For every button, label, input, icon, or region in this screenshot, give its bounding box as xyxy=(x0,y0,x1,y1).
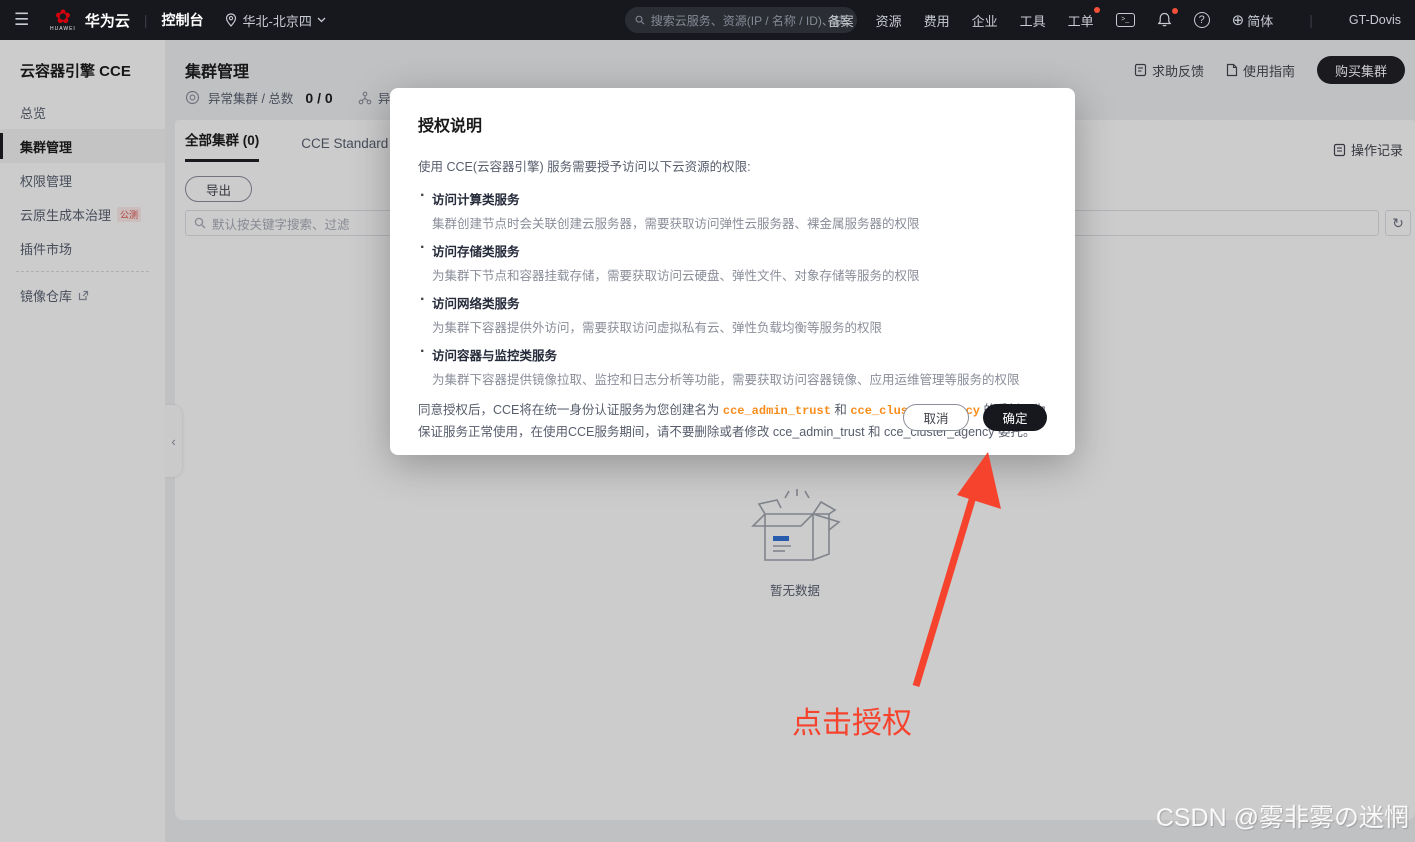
region-label: 华北-北京四 xyxy=(242,11,311,30)
confirm-button[interactable]: 确定 xyxy=(983,404,1047,431)
permission-list: 访问计算类服务 集群创建节点时会关联创建云服务器，需要获取访问弹性云服务器、裸金… xyxy=(418,189,1047,388)
menu-tickets[interactable]: 工单 xyxy=(1068,11,1094,30)
annotation-text: 点击授权 xyxy=(792,698,912,742)
dialog-intro: 使用 CCE(云容器引擎) 服务需要授予访问以下云资源的权限: xyxy=(418,156,1047,175)
location-pin-icon xyxy=(225,13,237,27)
help-icon[interactable]: ? xyxy=(1194,12,1210,28)
menu-enterprise[interactable]: 企业 xyxy=(972,11,998,30)
permission-item-compute: 访问计算类服务 集群创建节点时会关联创建云服务器，需要获取访问弹性云服务器、裸金… xyxy=(418,189,1047,232)
top-nav-bar: ☰ ✿ HUAWEI 华为云 | 控制台 华北-北京四 搜索云服务、资源(IP … xyxy=(0,0,1415,40)
dialog-buttons: 取消 确定 xyxy=(903,404,1047,431)
permission-item-network: 访问网络类服务 为集群下容器提供外访问，需要获取访问虚拟私有云、弹性负载均衡等服… xyxy=(418,293,1047,336)
cce-admin-trust-link[interactable]: cce_admin_trust xyxy=(723,404,831,418)
menu-billing[interactable]: 费用 xyxy=(924,11,950,30)
chevron-down-icon xyxy=(317,17,326,23)
huawei-flower-icon: ✿ xyxy=(55,9,71,26)
dialog-title: 授权说明 xyxy=(418,112,1047,136)
search-icon xyxy=(635,14,645,26)
menu-tools[interactable]: 工具 xyxy=(1020,11,1046,30)
csdn-watermark: CSDN @雾非雾の迷惘 xyxy=(1156,798,1409,834)
authorization-dialog: 授权说明 使用 CCE(云容器引擎) 服务需要授予访问以下云资源的权限: 访问计… xyxy=(390,88,1075,455)
language-selector[interactable]: ⊕ 简体 xyxy=(1232,11,1274,30)
brand-name[interactable]: 华为云 xyxy=(85,10,130,31)
menu-resources[interactable]: 资源 xyxy=(876,11,902,30)
console-link[interactable]: 控制台 xyxy=(161,10,203,30)
topbar-menu: 备案 资源 费用 企业 工具 工单 >_ ? ⊕ 简体 | GT-Dovis xyxy=(828,0,1415,40)
cancel-button[interactable]: 取消 xyxy=(903,404,969,431)
divider: | xyxy=(1309,12,1313,28)
account-name[interactable]: GT-Dovis xyxy=(1349,13,1401,27)
permission-item-storage: 访问存储类服务 为集群下节点和容器挂载存储，需要获取访问云硬盘、弹性文件、对象存… xyxy=(418,241,1047,284)
global-search-placeholder: 搜索云服务、资源(IP / 名称 / ID)、快捷操作... xyxy=(651,12,847,29)
region-selector[interactable]: 华北-北京四 xyxy=(225,11,325,30)
cloud-shell-icon[interactable]: >_ xyxy=(1116,13,1135,27)
huawei-logo[interactable]: ✿ HUAWEI xyxy=(50,9,76,32)
hamburger-menu-icon[interactable]: ☰ xyxy=(14,10,34,30)
global-search-input[interactable]: 搜索云服务、资源(IP / 名称 / ID)、快捷操作... xyxy=(625,7,857,33)
globe-icon: ⊕ xyxy=(1232,11,1245,29)
permission-item-monitoring: 访问容器与监控类服务 为集群下容器提供镜像拉取、监控和日志分析等功能，需要获取访… xyxy=(418,345,1047,388)
divider: | xyxy=(144,12,148,28)
menu-beian[interactable]: 备案 xyxy=(828,11,854,30)
notification-bell-icon[interactable] xyxy=(1157,12,1172,28)
